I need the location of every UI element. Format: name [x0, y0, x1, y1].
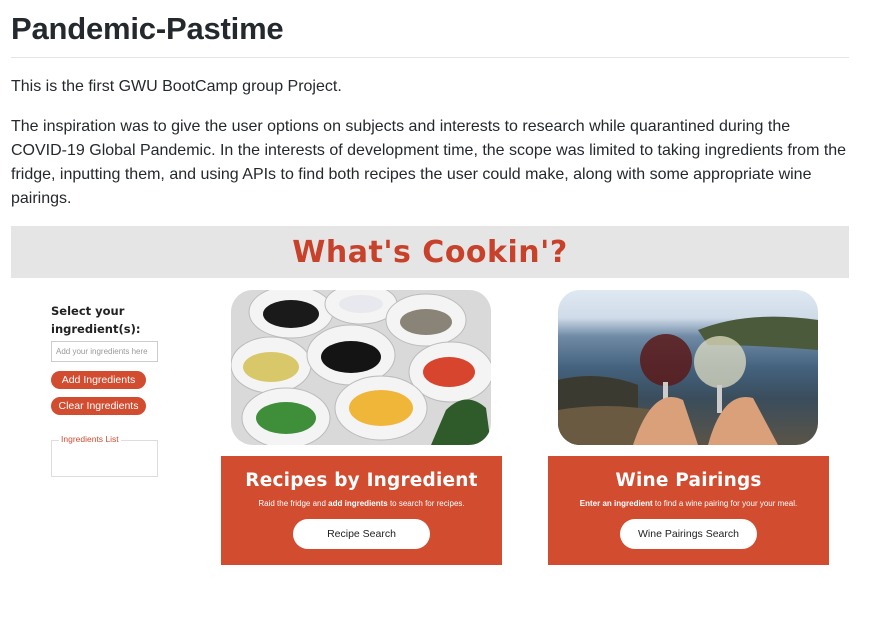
clear-ingredients-button[interactable]: Clear Ingredients [51, 397, 146, 415]
ingredients-list [51, 440, 158, 477]
wine-pairings-search-button[interactable]: Wine Pairings Search [620, 519, 757, 549]
add-ingredients-button[interactable]: Add Ingredients [51, 371, 146, 389]
wine-card-description: Enter an ingredient to find a wine pairi… [548, 499, 829, 508]
recipes-card-title: Recipes by Ingredient [245, 470, 478, 491]
select-ingredients-label: Select your ingredient(s): [51, 304, 141, 336]
app-title: What's Cookin'? [292, 234, 568, 270]
wine-desc-bold: Enter an ingredient [579, 499, 653, 508]
wine-desc-text: to find a wine pairing for your your mea… [652, 499, 798, 508]
wine-photo [558, 290, 818, 445]
readme-title: Pandemic-Pastime [11, 0, 849, 58]
ingredients-photo [231, 290, 491, 445]
recipes-desc-bold: add ingredients [328, 499, 388, 508]
wine-card-title: Wine Pairings [615, 470, 762, 491]
recipes-desc-text: Raid the fridge and [258, 499, 329, 508]
recipe-search-button[interactable]: Recipe Search [293, 519, 430, 549]
bowls-illustration [231, 290, 491, 445]
app-header: What's Cookin'? [11, 226, 849, 278]
app-screenshot: What's Cookin'? Select your ingredient(s… [11, 226, 849, 576]
recipes-card-description: Raid the fridge and add ingredients to s… [221, 499, 502, 508]
intro-paragraph: This is the first GWU BootCamp group Pro… [11, 78, 342, 95]
ingredients-list-label: Ingredients List [59, 434, 121, 444]
wine-illustration [558, 316, 818, 445]
description-paragraph: The inspiration was to give the user opt… [11, 118, 847, 207]
ingredient-input[interactable]: Add your ingredients here [51, 341, 158, 362]
wine-card: Wine Pairings Enter an ingredient to fin… [548, 456, 829, 565]
recipes-desc-text-end: to search for recipes. [387, 499, 465, 508]
recipes-card: Recipes by Ingredient Raid the fridge an… [221, 456, 502, 565]
readme: Pandemic-Pastime This is the first GWU B… [11, 0, 849, 211]
